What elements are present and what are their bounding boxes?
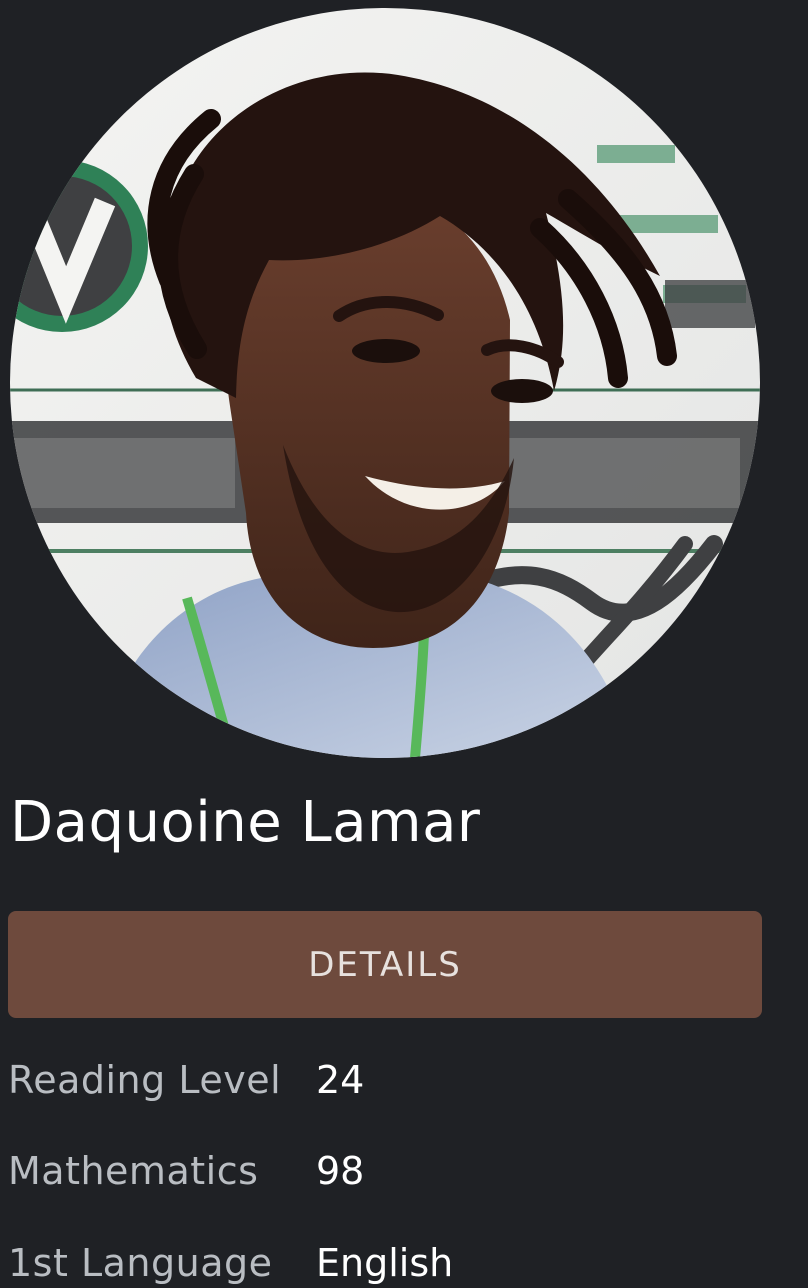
stat-label: 1st Language bbox=[8, 1241, 273, 1285]
details-button[interactable]: DETAILS bbox=[8, 911, 762, 1018]
stat-reading-level: Reading Level 24 bbox=[8, 1050, 364, 1110]
stat-mathematics: Mathematics 98 bbox=[8, 1141, 364, 1201]
stat-value: 98 bbox=[316, 1149, 365, 1193]
stat-first-language: 1st Language English bbox=[8, 1233, 453, 1288]
stat-label: Mathematics bbox=[8, 1149, 259, 1193]
details-button-label: DETAILS bbox=[308, 944, 462, 985]
student-profile-card: Daquoine Lamar DETAILS Reading Level 24 … bbox=[0, 0, 808, 1288]
profile-photo bbox=[10, 8, 760, 758]
stat-value: 24 bbox=[316, 1058, 365, 1102]
student-name: Daquoine Lamar bbox=[10, 790, 481, 855]
person-photo-icon bbox=[10, 8, 760, 758]
stat-value: English bbox=[316, 1241, 454, 1285]
stat-label: Reading Level bbox=[8, 1058, 282, 1102]
